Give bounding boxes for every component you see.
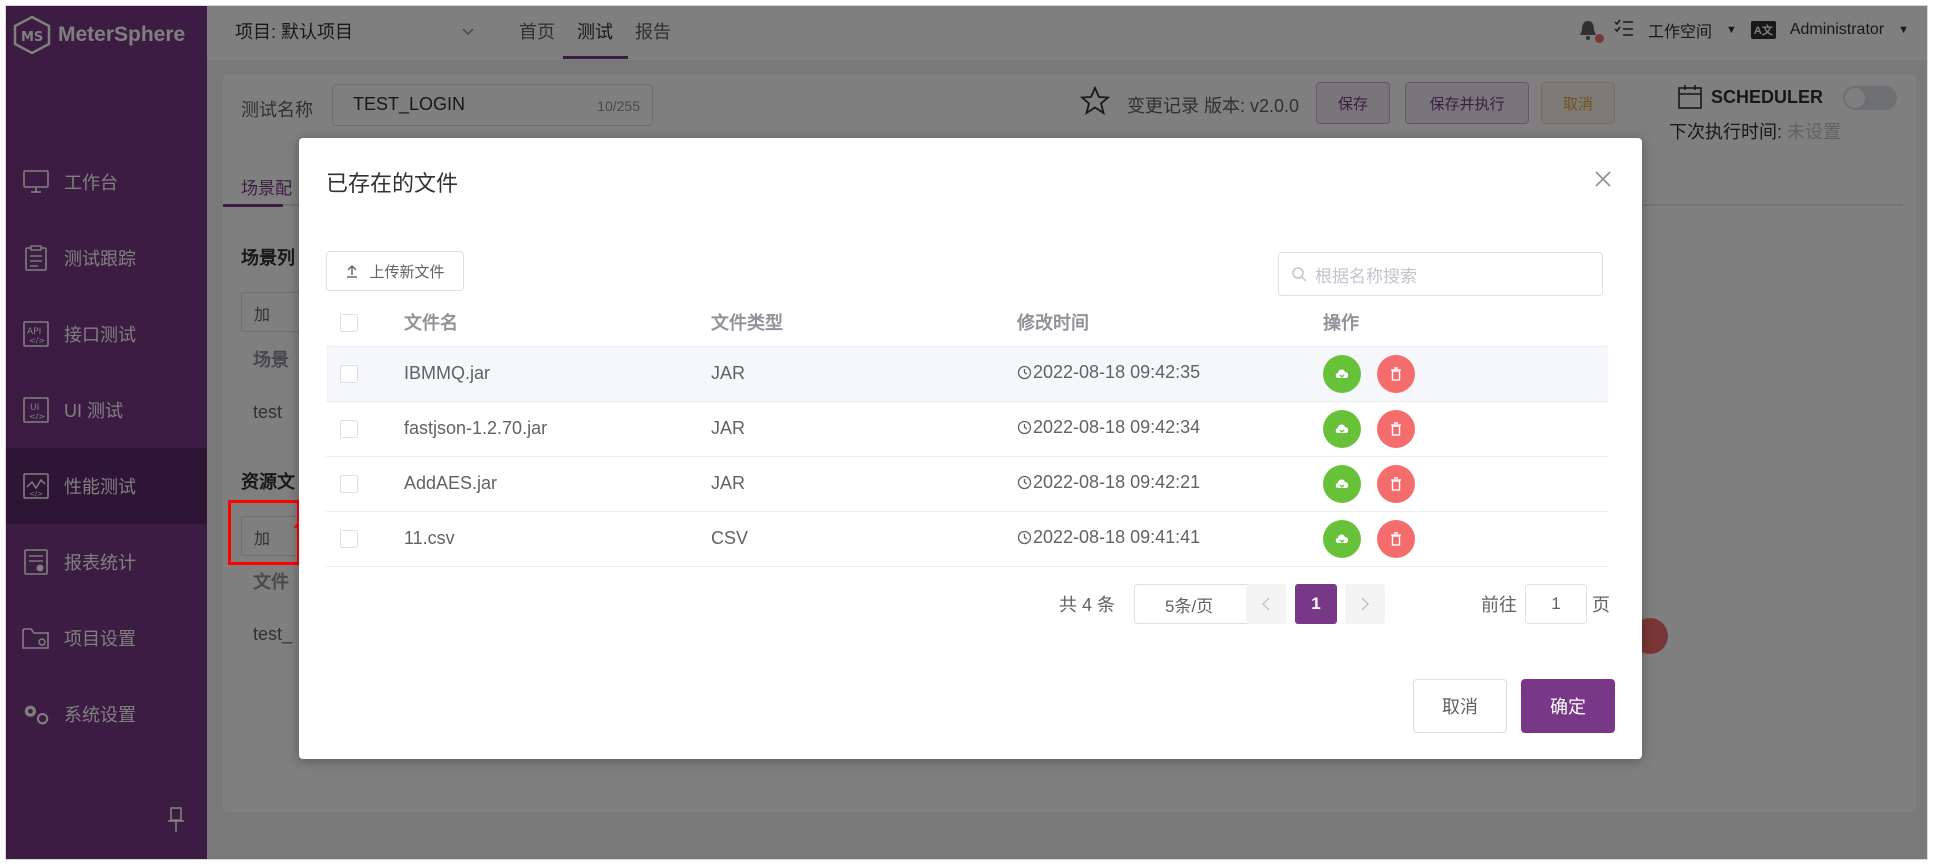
table-header-row: 文件名 文件类型 修改时间 操作: [326, 298, 1608, 347]
upload-icon: [347, 265, 358, 278]
cloud-download-icon: [1335, 533, 1349, 543]
modified-time: 2022-08-18 09:42:35: [1033, 362, 1201, 382]
trash-icon: [1391, 476, 1402, 491]
file-type: JAR: [711, 346, 1017, 402]
upload-label: 上传新文件: [369, 263, 445, 281]
clock-icon: [1017, 420, 1032, 435]
delete-button[interactable]: [1377, 519, 1416, 558]
dialog-title: 已存在的文件: [326, 171, 459, 196]
modified-time: 2022-08-18 09:42:34: [1033, 417, 1201, 437]
modified-time: 2022-08-18 09:42:21: [1033, 472, 1201, 492]
page-suffix-label: 页: [1592, 595, 1610, 615]
download-button[interactable]: [1323, 409, 1361, 448]
trash-icon: [1391, 531, 1402, 546]
goto-page-input[interactable]: 1: [1525, 584, 1587, 624]
cancel-button[interactable]: 取消: [1413, 679, 1507, 733]
screen: MS MeterSphere 工作台 测试跟踪 API</>: [0, 0, 1933, 868]
prev-page-button[interactable]: [1246, 584, 1286, 624]
next-page-button[interactable]: [1345, 584, 1385, 624]
cloud-download-icon: [1335, 423, 1349, 433]
modified-time: 2022-08-18 09:41:41: [1033, 527, 1201, 547]
upload-new-file-button[interactable]: 上传新文件: [326, 251, 464, 291]
search-input[interactable]: 根据名称搜索: [1278, 252, 1603, 296]
delete-button[interactable]: [1377, 354, 1416, 393]
search-icon: [1292, 267, 1307, 282]
column-header-time: 修改时间: [1017, 298, 1323, 347]
table-row[interactable]: AddAES.jar JAR 2022-08-18 09:42:21: [326, 456, 1608, 512]
search-placeholder: 根据名称搜索: [1315, 266, 1417, 286]
row-checkbox[interactable]: [340, 365, 358, 384]
row-checkbox[interactable]: [340, 420, 358, 439]
column-header-actions: 操作: [1323, 298, 1608, 347]
confirm-button[interactable]: 确定: [1521, 679, 1615, 733]
table-row[interactable]: 11.csv CSV 2022-08-18 09:41:41: [326, 511, 1608, 567]
file-name: IBMMQ.jar: [404, 346, 711, 402]
goto-label: 前往: [1481, 595, 1517, 615]
column-header-type: 文件类型: [711, 298, 1017, 347]
page-size-value: 5条/页: [1165, 596, 1214, 616]
close-icon[interactable]: [1592, 168, 1614, 190]
download-button[interactable]: [1323, 354, 1361, 393]
trash-icon: [1391, 366, 1402, 381]
file-name: fastjson-1.2.70.jar: [404, 401, 711, 457]
cloud-download-icon: [1335, 478, 1349, 488]
column-header-name: 文件名: [404, 298, 711, 347]
table-row[interactable]: fastjson-1.2.70.jar JAR 2022-08-18 09:42…: [326, 401, 1608, 457]
current-page-button[interactable]: 1: [1295, 584, 1337, 624]
clock-icon: [1017, 365, 1032, 380]
file-name: 11.csv: [404, 511, 711, 567]
file-type: CSV: [711, 511, 1017, 567]
row-checkbox[interactable]: [340, 475, 358, 494]
file-type: JAR: [711, 401, 1017, 457]
clock-icon: [1017, 530, 1032, 545]
trash-icon: [1391, 421, 1402, 436]
existing-files-dialog: 已存在的文件 上传新文件 根据名称搜索 文件名 文件类型 修改时间 操作 IBM…: [299, 138, 1642, 759]
files-table: 文件名 文件类型 修改时间 操作 IBMMQ.jar JAR 2022-08-1…: [326, 298, 1608, 567]
table-row[interactable]: IBMMQ.jar JAR 2022-08-18 09:42:35: [326, 346, 1608, 402]
row-checkbox[interactable]: [340, 530, 358, 549]
download-button[interactable]: [1323, 464, 1361, 503]
highlight-box: [228, 500, 300, 565]
delete-button[interactable]: [1377, 464, 1416, 503]
app-window: MS MeterSphere 工作台 测试跟踪 API</>: [5, 5, 1928, 860]
cloud-download-icon: [1335, 368, 1349, 378]
chevron-right-icon: [1361, 597, 1370, 611]
file-name: AddAES.jar: [404, 456, 711, 512]
pagination-total: 共 4 条: [1059, 595, 1116, 615]
download-button[interactable]: [1323, 519, 1361, 558]
delete-button[interactable]: [1377, 409, 1416, 448]
chevron-left-icon: [1261, 597, 1270, 611]
clock-icon: [1017, 475, 1032, 490]
file-type: JAR: [711, 456, 1017, 512]
select-all-checkbox[interactable]: [340, 313, 358, 332]
